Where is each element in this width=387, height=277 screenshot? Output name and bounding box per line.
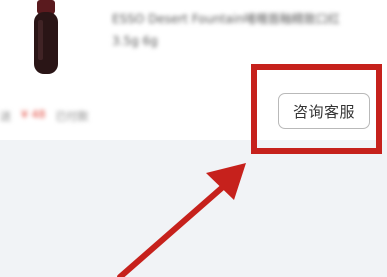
consult-service-button[interactable]: 咨询客服 — [278, 93, 370, 129]
product-thumbnail[interactable] — [6, 0, 86, 80]
lipstick-icon — [34, 0, 58, 74]
order-product-card: ESSO Desert Fountain啫喱唇釉精致口红 3.5g 6g 送 ¥… — [0, 0, 387, 140]
meta-right-text: 已付款 — [55, 110, 89, 123]
meta-left-text: 送 — [0, 110, 11, 123]
product-info: ESSO Desert Fountain啫喱唇釉精致口红 3.5g 6g — [112, 8, 382, 52]
order-meta-row: 送 ¥ 48 已付款 — [0, 108, 89, 124]
product-title: ESSO Desert Fountain啫喱唇釉精致口红 — [112, 12, 340, 26]
page-background — [0, 140, 387, 277]
meta-price: ¥ 48 — [21, 108, 46, 121]
product-spec: 3.5g 6g — [112, 34, 158, 48]
